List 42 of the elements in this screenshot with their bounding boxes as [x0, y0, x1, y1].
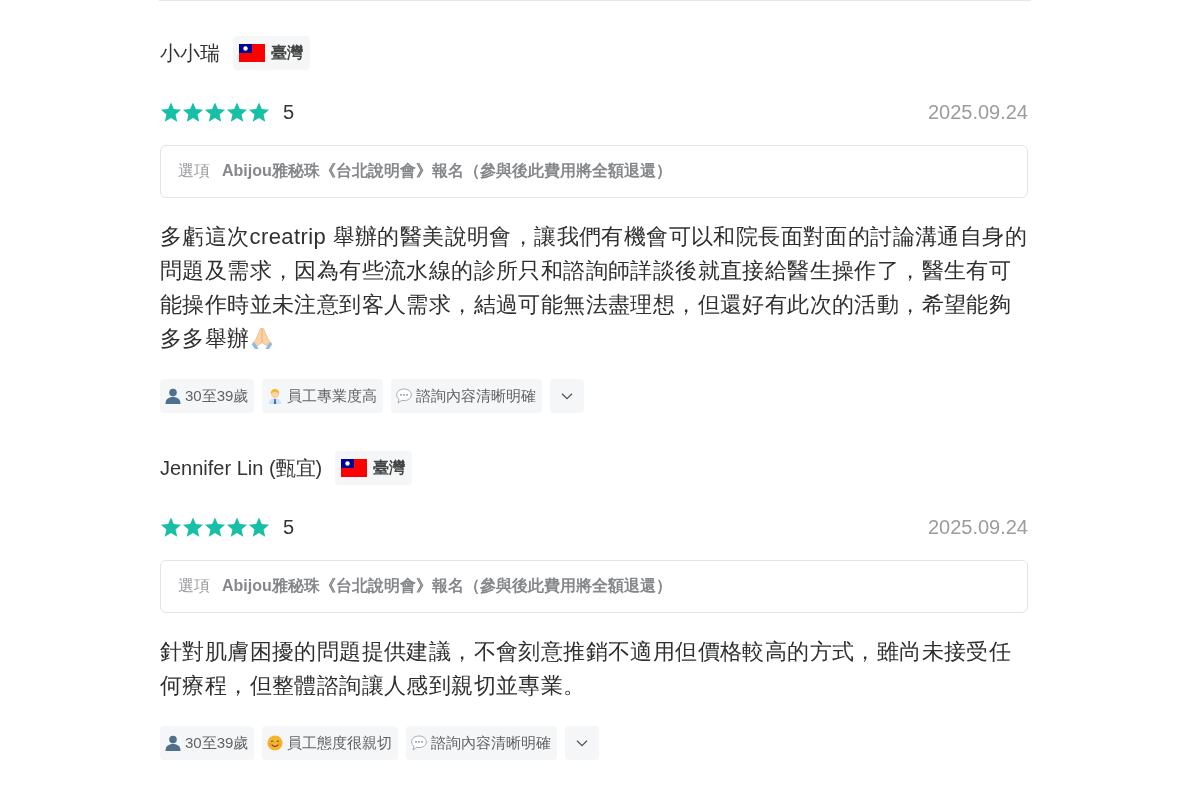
rating-value: 5: [283, 515, 295, 539]
review-tag: 30至39歲: [160, 379, 255, 413]
star-icon: [248, 101, 270, 123]
review-date: 2025.09.24: [927, 515, 1028, 539]
star-icon: [204, 516, 226, 538]
star-icon: [182, 516, 204, 538]
star-icon: [226, 516, 248, 538]
review-date: 2025.09.24: [927, 100, 1028, 124]
review-tag: 諮詢內容清晰明確: [406, 726, 558, 760]
star-icon: [182, 101, 204, 123]
review-text: 多虧這次creatrip 舉辦的醫美說明會，讓我們有機會可以和院長面對面的討論溝通自身的問題及需求，因為有些流水線的診所只和諮詢師詳談後就直接給醫生操作了，醫生有可能操作時並未注意到客人需求，結過可能無法盡理想，但還好有此次的活動，希望能夠多多舉辦: [160, 223, 1029, 353]
option-label: 選項: [178, 161, 210, 181]
office-worker-icon: [267, 388, 284, 404]
expand-button[interactable]: [550, 379, 585, 413]
speech-bubble-icon: [396, 388, 413, 404]
star-icon: [160, 516, 182, 538]
chevron-icon: [561, 392, 574, 400]
reviewer-name: Jennifer Lin (甄宜): [160, 455, 323, 481]
reviewer-name: 小小瑞: [160, 40, 220, 66]
person-icon: [165, 735, 181, 751]
country-badge: 臺灣: [233, 36, 310, 70]
chevron-icon: [576, 739, 589, 747]
option-value: Abijou雅秘珠《台北說明會》報名（參與後此費用將全額退還）: [222, 576, 672, 596]
person-icon: [165, 388, 181, 404]
star-icon: [226, 101, 248, 123]
review-tag: 員工態度很親切: [262, 726, 399, 760]
flag-icon: [239, 44, 265, 62]
star-icon: [160, 101, 182, 123]
review-tag: 員工專業度高: [262, 379, 384, 413]
star-icon: [248, 516, 270, 538]
smiley-icon: [267, 735, 284, 751]
option-value: Abijou雅秘珠《台北說明會》報名（參與後此費用將全額退還）: [222, 161, 672, 181]
star-icon: [204, 101, 226, 123]
expand-button[interactable]: [565, 726, 600, 760]
review-tag: 30至39歲: [160, 726, 255, 760]
review-tag: 諮詢內容清晰明確: [391, 379, 543, 413]
flag-icon: [341, 459, 368, 477]
rating-value: 5: [283, 100, 295, 124]
speech-bubble-icon: [411, 735, 428, 751]
country-badge: 臺灣: [335, 451, 413, 485]
review-text: 針對肌膚困擾的問題提供建議，不會刻意推銷不適用但價格較高的方式，雖尚未接受任何療程，但整體諮詢讓人感到親切並專業。: [160, 638, 1013, 700]
option-label: 選項: [178, 576, 210, 596]
